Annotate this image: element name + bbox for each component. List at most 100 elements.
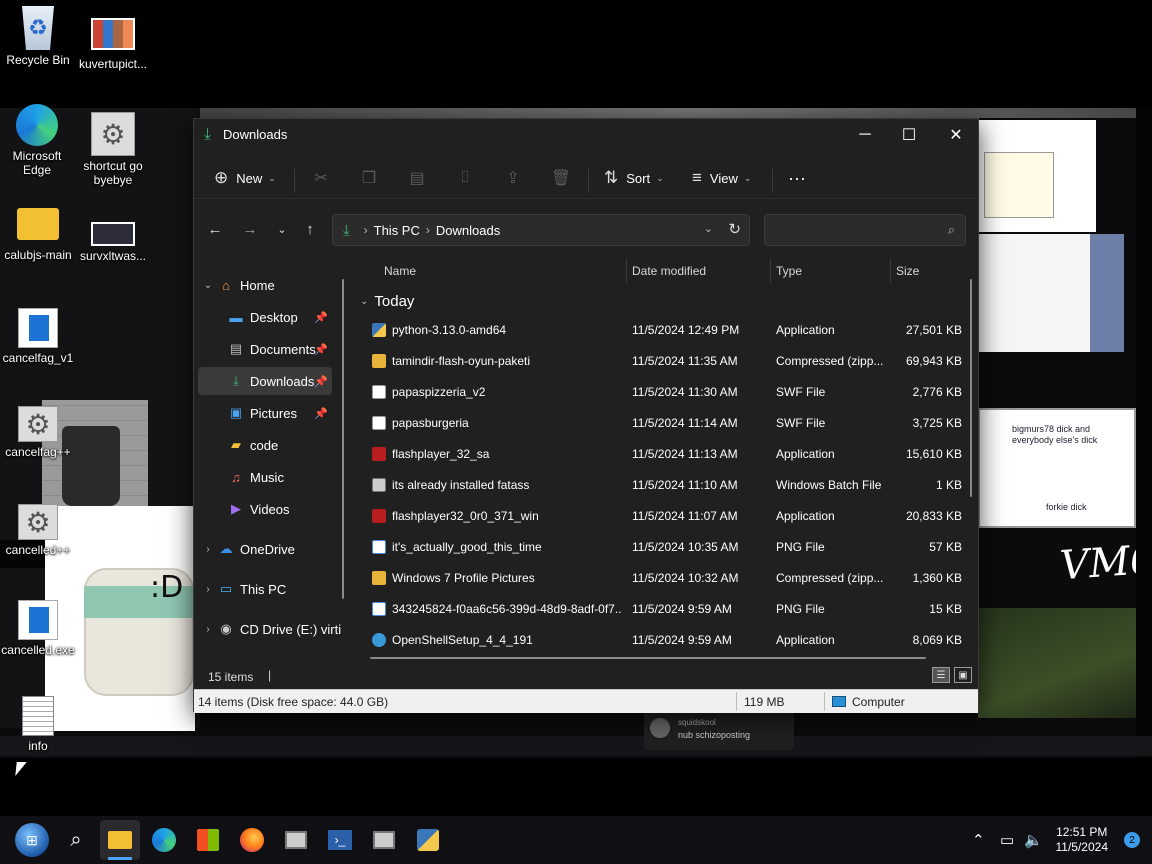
sidebar-item-music[interactable]: ♫ Music (198, 463, 332, 491)
column-header-name[interactable]: Name (384, 259, 416, 283)
table-row[interactable]: papasburgeria 11/5/2024 11:14 AM SWF Fil… (366, 408, 964, 439)
column-header-date-modified[interactable]: Date modified (632, 259, 706, 283)
column-divider[interactable] (890, 259, 891, 283)
column-header-size[interactable]: Size (896, 259, 919, 283)
taskbar-vm-app-2[interactable] (364, 820, 404, 860)
breadcrumb-downloads[interactable]: Downloads (436, 223, 500, 238)
title-bar[interactable]: ⤓ Downloads ─ ☐ ✕ (194, 119, 978, 151)
desktop-icon-cancelfag-plusplus[interactable]: ⚙ cancelfag++ (0, 406, 83, 459)
sidebar-item-label: This PC (240, 581, 287, 597)
details-view-button[interactable]: ☰ (932, 667, 950, 683)
powershell-icon: ›_ (328, 830, 352, 850)
chevron-right-icon: › (206, 583, 210, 595)
refresh-icon[interactable]: ↻ (728, 220, 741, 238)
taskbar-python-installer[interactable] (408, 820, 448, 860)
paste-icon[interactable]: ▤ (404, 166, 430, 190)
table-row[interactable]: flashplayer_32_sa 11/5/2024 11:13 AM App… (366, 439, 964, 470)
table-row[interactable]: it's_actually_good_this_time 11/5/2024 1… (366, 532, 964, 563)
view-button[interactable]: ≡ View ⌄ (692, 163, 751, 193)
status-divider (824, 692, 825, 711)
delete-icon[interactable]: 🗑 (548, 166, 574, 190)
sidebar-item-this-pc[interactable]: › ▭ This PC (198, 575, 332, 603)
new-button[interactable]: ⊕ New ⌄ (214, 163, 276, 193)
chevron-right-icon: › (206, 543, 210, 555)
share-icon[interactable]: ⇪ (500, 166, 526, 190)
file-date: 11/5/2024 10:35 AM (632, 540, 739, 554)
taskbar-vm-app[interactable] (276, 820, 316, 860)
table-row[interactable]: 343245824-f0aa6c56-399d-48d9-8adf-0f7...… (366, 594, 964, 625)
desktop-icon-cancelled-plusplus[interactable]: ⚙ cancelled++ (0, 504, 83, 557)
navigation-bar: ← → ⌄ ↑ ⤓ › This PC › Downloads ⌄ ↻ ⌕ (194, 207, 978, 251)
forward-button[interactable]: → (236, 217, 264, 241)
file-list-horizontal-scrollbar[interactable] (370, 657, 926, 659)
sidebar-item-code[interactable]: ▰ code (198, 431, 332, 459)
desktop-icon-cancelfag-v1[interactable]: cancelfag_v1 (0, 308, 83, 365)
sidebar-item-videos[interactable]: ▶ Videos (198, 495, 332, 523)
sidebar-item-desktop[interactable]: ▬ Desktop 📌 (198, 303, 332, 331)
taskbar-firefox[interactable] (232, 820, 272, 860)
search-input[interactable] (773, 221, 933, 239)
taskbar-file-explorer[interactable] (100, 820, 140, 860)
table-row[interactable]: its already installed fatass 11/5/2024 1… (366, 470, 964, 501)
desktop-icon-cancelled-exe[interactable]: cancelled.exe (0, 600, 83, 657)
column-divider[interactable] (770, 259, 771, 283)
clock-date: 11/5/2024 (1055, 840, 1109, 854)
rename-icon[interactable]: ⌷ (452, 166, 478, 190)
file-list-vertical-scrollbar[interactable] (970, 279, 972, 497)
taskbar-edge[interactable] (144, 820, 184, 860)
edge-icon (16, 104, 58, 146)
show-hidden-icons-button[interactable]: ⌃ (972, 816, 985, 864)
file-size: 27,501 KB (905, 323, 962, 337)
column-divider[interactable] (626, 259, 627, 283)
group-header-today[interactable]: ⌄ Today (360, 293, 414, 310)
volume-tray-button[interactable]: 🔈 (1024, 816, 1043, 864)
file-date: 11/5/2024 11:35 AM (632, 354, 738, 368)
sort-button[interactable]: ⇅ Sort ⌄ (604, 163, 664, 193)
column-header-type[interactable]: Type (776, 259, 802, 283)
taskbar-clock[interactable]: 12:51 PM 11/5/2024 (1056, 825, 1109, 855)
recent-locations-button[interactable]: ⌄ (268, 217, 296, 241)
search-box[interactable]: ⌕ (764, 214, 966, 246)
sidebar-item-downloads[interactable]: ⤓ Downloads 📌 (198, 367, 332, 395)
address-dropdown-icon[interactable]: ⌄ (704, 222, 713, 235)
address-bar[interactable]: ⤓ › This PC › Downloads ⌄ ↻ (332, 214, 750, 246)
sidebar-item-documents[interactable]: ▤ Documents 📌 (198, 335, 332, 363)
chevron-down-icon: ⌄ (743, 172, 752, 183)
maximize-button[interactable]: ☐ (886, 119, 932, 151)
close-button[interactable]: ✕ (933, 119, 979, 151)
desktop-icon-kuvertupict[interactable]: kuvertupict... (68, 18, 158, 71)
notification-badge[interactable]: 2 (1124, 832, 1140, 848)
sidebar-item-label: CD Drive (E:) virti (240, 621, 342, 637)
sidebar-item-onedrive[interactable]: › ☁ OneDrive (198, 535, 332, 563)
search-button[interactable]: ⌕ (56, 820, 96, 860)
status-divider (736, 692, 737, 711)
taskbar-powershell[interactable]: ›_ (320, 820, 360, 860)
table-row[interactable]: papaspizzeria_v2 11/5/2024 11:30 AM SWF … (366, 377, 964, 408)
view-lines-icon: ≡ (692, 168, 702, 187)
minimize-button[interactable]: ─ (842, 119, 888, 151)
sidebar-item-home[interactable]: ⌄ ⌂ Home (198, 271, 332, 299)
table-row[interactable]: flashplayer32_0r0_371_win 11/5/2024 11:0… (366, 501, 964, 532)
table-row[interactable]: Windows 7 Profile Pictures 11/5/2024 10:… (366, 563, 964, 594)
table-row[interactable]: OpenShellSetup_4_4_191 11/5/2024 9:59 AM… (366, 625, 964, 656)
tiles-view-button[interactable]: ▣ (954, 667, 972, 683)
copy-icon[interactable]: ❐ (356, 166, 382, 190)
taskbar-store[interactable] (188, 820, 228, 860)
cut-icon[interactable]: ✂ (308, 166, 334, 190)
file-size: 15,610 KB (905, 447, 962, 461)
desktop-icon-shortcut-go-byebye[interactable]: ⚙ shortcut go byebye (68, 112, 158, 187)
table-row[interactable]: tamindir-flash-oyun-paketi 11/5/2024 11:… (366, 346, 964, 377)
network-tray-button[interactable]: ▭ (1000, 816, 1014, 864)
back-button[interactable]: ← (201, 217, 229, 241)
breadcrumb-this-pc[interactable]: This PC (374, 223, 420, 238)
sidebar-item-cd-drive[interactable]: › ◉ CD Drive (E:) virti (198, 615, 346, 643)
start-button[interactable]: ⊞ (12, 820, 52, 860)
table-row[interactable]: python-3.13.0-amd64 11/5/2024 12:49 PM A… (366, 315, 964, 346)
file-date: 11/5/2024 10:32 AM (632, 571, 739, 585)
desktop-icon-info[interactable]: info (0, 696, 83, 753)
navigation-pane-scrollbar[interactable] (342, 279, 344, 599)
up-button[interactable]: ↑ (296, 217, 324, 241)
desktop-icon-survxltwas[interactable]: survxltwas... (68, 222, 158, 263)
more-options-button[interactable]: ··· (788, 163, 806, 193)
sidebar-item-pictures[interactable]: ▣ Pictures 📌 (198, 399, 332, 427)
